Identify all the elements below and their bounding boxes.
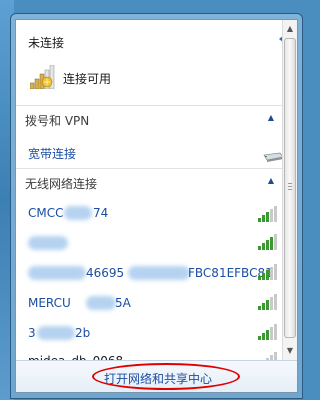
dialup-section-title: 拨号和 VPN (25, 114, 90, 128)
redacted-mask (86, 296, 116, 310)
scroll-down-arrow-icon[interactable]: ▼ (284, 344, 296, 358)
chevron-up-icon[interactable]: ▲ (268, 113, 274, 122)
dialup-section-header[interactable]: 拨号和 VPN ▲ (16, 105, 282, 133)
network-name-tail: 5A (115, 296, 131, 310)
vertical-scrollbar[interactable]: ▲ ▼ (282, 20, 297, 360)
connection-status-title: 未连接 (28, 36, 65, 50)
signal-strength-icon (258, 352, 278, 360)
scroll-up-arrow-icon[interactable]: ▲ (284, 22, 296, 36)
redacted-mask (37, 326, 75, 340)
wireless-section-header[interactable]: 无线网络连接 ▲ (16, 168, 282, 196)
flyout-footer: 打开网络和共享中心 (16, 360, 297, 392)
refresh-icon[interactable] (275, 33, 282, 49)
network-name: 3 (28, 326, 36, 340)
network-flyout: 未连接 连接可用 拨号和 VPN ▲ 宽带连接 无线网络连接 ▲ CMCC 74… (10, 13, 303, 399)
signal-strength-icon (258, 234, 278, 250)
redacted-mask (28, 236, 68, 250)
modem-icon (263, 152, 282, 162)
internet-status-label: 连接可用 (63, 72, 112, 86)
highlight-circle (92, 363, 240, 390)
redacted-mask (28, 266, 86, 280)
signal-strength-icon (258, 294, 278, 310)
signal-strength-icon (258, 324, 278, 340)
scroll-thumb[interactable] (284, 38, 296, 338)
signal-strength-icon (258, 206, 278, 222)
redacted-mask (128, 266, 190, 280)
network-panel: 未连接 连接可用 拨号和 VPN ▲ 宽带连接 无线网络连接 ▲ CMCC 74… (15, 19, 298, 393)
network-name-tail: 74 (93, 206, 109, 220)
broadband-connection-item[interactable]: 宽带连接 (28, 145, 76, 162)
network-name-tail: 2b (75, 326, 91, 340)
network-name: CMCC (28, 206, 64, 220)
internet-access-icon (30, 65, 55, 89)
wireless-section-title: 无线网络连接 (25, 177, 98, 191)
chevron-up-icon[interactable]: ▲ (268, 176, 274, 185)
network-list: 未连接 连接可用 拨号和 VPN ▲ 宽带连接 无线网络连接 ▲ CMCC 74… (16, 20, 282, 360)
network-name-mid: 46695 (86, 266, 125, 280)
signal-strength-icon (258, 264, 278, 280)
network-name: MERCU (28, 296, 71, 310)
redacted-mask (64, 206, 92, 220)
